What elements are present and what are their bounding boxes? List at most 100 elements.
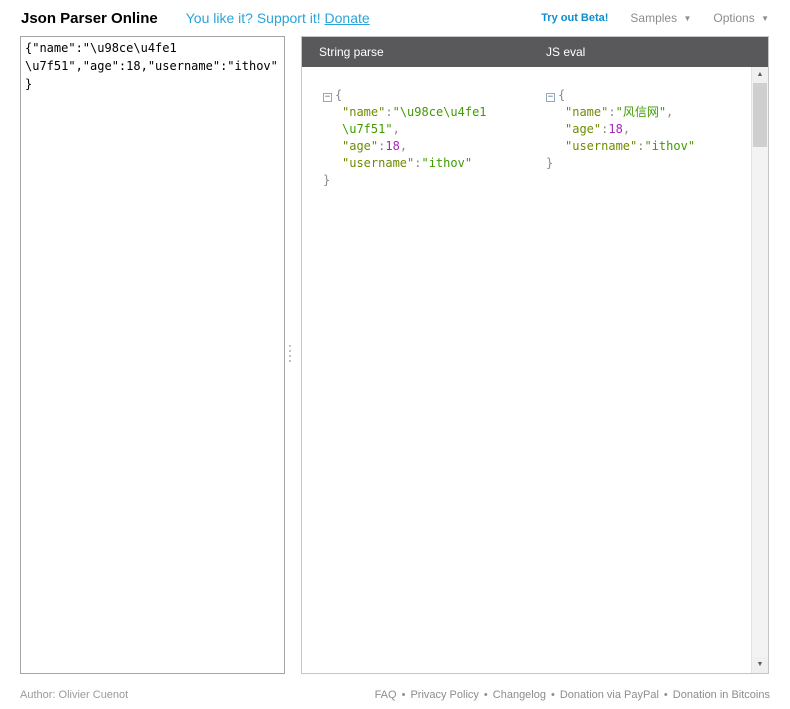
tree-line-content: } [323, 172, 330, 189]
string-parse-column-header: String parse [302, 45, 546, 59]
try-beta-link[interactable]: Try out Beta! [541, 12, 608, 24]
scrollbar-track[interactable] [752, 83, 768, 657]
tree-gutter [323, 138, 335, 155]
tree-gutter [323, 121, 335, 138]
tree-line: "name":"\u98ce\u4fe1 [323, 104, 527, 121]
tree-line-content: } [546, 155, 553, 172]
footer: Author: Olivier Cuenot FAQ • Privacy Polic… [0, 689, 790, 701]
footer-link-faq[interactable]: FAQ [375, 689, 397, 701]
samples-menu[interactable]: Samples ▼ [630, 11, 691, 25]
support-message: You like it? Support it! Donate [186, 10, 370, 26]
tree-line-content: { [335, 87, 342, 104]
json-token-key: "name" [565, 105, 608, 119]
chevron-down-icon: ▼ [761, 14, 769, 23]
drag-dot [289, 360, 291, 362]
support-text: You like it? Support it! [186, 10, 321, 26]
tree-line: } [546, 155, 751, 172]
tree-gutter: − [323, 87, 335, 104]
tree-gutter [323, 104, 335, 121]
drag-dot [289, 350, 291, 352]
tree-gutter: − [546, 87, 558, 104]
json-token-str: "ithov" [421, 156, 472, 170]
collapse-minus-icon[interactable]: − [546, 93, 555, 102]
tree-line-content: \u7f51", [335, 121, 400, 138]
json-token-punct: : [608, 105, 615, 119]
footer-link-donation-in-bitcoins[interactable]: Donation in Bitcoins [673, 689, 770, 701]
footer-link-donation-via-paypal[interactable]: Donation via PayPal [560, 689, 659, 701]
drag-dot [289, 345, 291, 347]
footer-link-separator: • [402, 689, 406, 701]
tree-line-content: "age":18, [558, 121, 630, 138]
header: Json Parser Online You like it? Support … [0, 0, 790, 36]
json-token-key: "age" [342, 139, 378, 153]
output-header: String parse JS eval [302, 37, 768, 67]
tree-gutter [546, 121, 558, 138]
tree-gutter [546, 104, 558, 121]
page-title: Json Parser Online [21, 10, 158, 27]
footer-link-privacy-policy[interactable]: Privacy Policy [410, 689, 478, 701]
footer-link-separator: • [551, 689, 555, 701]
tree-line-content: "name":"风信网", [558, 104, 673, 121]
header-menus: Try out Beta! Samples ▼ Options ▼ [541, 11, 769, 25]
tree-line: } [323, 172, 527, 189]
chevron-down-icon: ▼ [683, 14, 691, 23]
footer-links: FAQ • Privacy Policy • Changelog • Donation vi… [375, 689, 770, 701]
json-token-num: 18 [385, 139, 399, 153]
tree-line: −{ [546, 87, 751, 104]
json-token-str: "风信网" [616, 105, 666, 119]
json-token-key: "name" [342, 105, 385, 119]
tree-gutter [323, 155, 335, 172]
footer-link-separator: • [484, 689, 488, 701]
json-parser-online-app: Json Parser Online You like it? Support … [0, 0, 790, 709]
scrollbar-thumb[interactable] [753, 83, 767, 147]
tree-line: "username":"ithov" [323, 155, 527, 172]
footer-link-changelog[interactable]: Changelog [493, 689, 546, 701]
string-parse-tree: −{"name":"\u98ce\u4fe1\u7f51","age":18,"… [323, 87, 527, 189]
scrollbar-up-arrow-icon[interactable]: ▲ [752, 67, 768, 83]
footer-link-separator: • [664, 689, 668, 701]
json-token-punct: , [666, 105, 673, 119]
json-token-punct: } [546, 156, 553, 170]
json-token-str: \u7f51" [342, 122, 393, 136]
tree-line-content: "age":18, [335, 138, 407, 155]
json-token-str: "ithov" [644, 139, 695, 153]
output-panel: String parse JS eval −{"name":"\u98ce\u4… [301, 36, 769, 674]
options-label: Options [713, 11, 754, 25]
json-token-num: 18 [608, 122, 622, 136]
tree-line: −{ [323, 87, 527, 104]
tree-line-content: { [558, 87, 565, 104]
json-token-punct: , [400, 139, 407, 153]
output-body: −{"name":"\u98ce\u4fe1\u7f51","age":18,"… [302, 67, 751, 673]
json-token-punct: { [558, 88, 565, 102]
json-token-key: "username" [342, 156, 414, 170]
tree-line: "username":"ithov" [546, 138, 751, 155]
tree-line-content: "username":"ithov" [558, 138, 695, 155]
js-eval-column-header: JS eval [546, 45, 585, 59]
samples-label: Samples [630, 11, 677, 25]
json-token-punct: , [393, 122, 400, 136]
tree-line: "age":18, [546, 121, 751, 138]
tree-gutter [546, 138, 558, 155]
json-token-key: "age" [565, 122, 601, 136]
tree-line: "name":"风信网", [546, 104, 751, 121]
output-scrollbar[interactable]: ▲ ▼ [751, 67, 768, 673]
json-token-punct: { [335, 88, 342, 102]
json-token-punct: , [623, 122, 630, 136]
json-input-textarea[interactable] [20, 36, 285, 674]
donate-link[interactable]: Donate [325, 10, 370, 26]
js-eval-tree: −{"name":"风信网","age":18,"username":"itho… [546, 87, 751, 172]
json-token-key: "username" [565, 139, 637, 153]
author-credit: Author: Olivier Cuenot [20, 689, 128, 701]
options-menu[interactable]: Options ▼ [713, 11, 769, 25]
tree-line: \u7f51", [323, 121, 527, 138]
tree-line: "age":18, [323, 138, 527, 155]
json-token-str: "\u98ce\u4fe1 [393, 105, 487, 119]
tree-line-content: "username":"ithov" [335, 155, 472, 172]
json-token-punct: : [385, 105, 392, 119]
panel-resize-handle[interactable] [285, 338, 294, 368]
collapse-minus-icon[interactable]: − [323, 93, 332, 102]
json-token-punct: } [323, 173, 330, 187]
tree-line-content: "name":"\u98ce\u4fe1 [335, 104, 487, 121]
scrollbar-down-arrow-icon[interactable]: ▼ [752, 657, 768, 673]
drag-dot [289, 355, 291, 357]
